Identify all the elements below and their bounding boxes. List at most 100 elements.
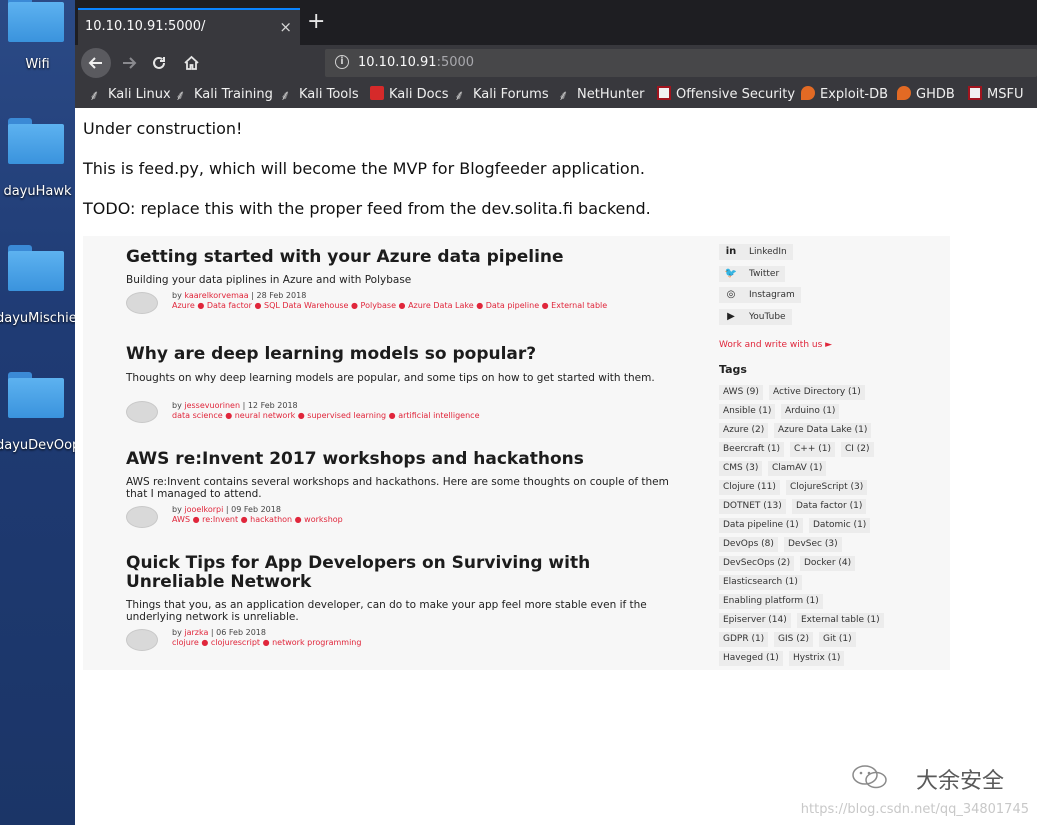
tag-chip[interactable]: C++ (1) bbox=[790, 442, 835, 457]
close-tab-icon[interactable]: × bbox=[279, 18, 292, 36]
post-tags[interactable]: AWS ● re:Invent ● hackathon ● workshop bbox=[172, 515, 682, 525]
tag-chip[interactable]: CMS (3) bbox=[719, 461, 763, 476]
tag-chip[interactable]: DevSecOps (2) bbox=[719, 556, 795, 571]
tag-chip[interactable]: Git (1) bbox=[819, 632, 856, 647]
tag-chip[interactable]: Enabling platform (1) bbox=[719, 594, 823, 609]
folder-icon bbox=[8, 0, 64, 42]
bookmark-kali-forums[interactable]: ⸙ Kali Forums bbox=[454, 86, 549, 104]
post-meta: by kaarelkorvemaa | 28 Feb 2018 bbox=[172, 291, 307, 300]
social-link-instagram[interactable]: ◎ Instagram bbox=[719, 287, 801, 303]
tag-chip[interactable]: Hystrix (1) bbox=[789, 651, 845, 666]
arrow-left-icon bbox=[88, 57, 102, 69]
forward-button[interactable] bbox=[115, 49, 143, 77]
post-title[interactable]: Quick Tips for App Developers on Survivi… bbox=[126, 554, 686, 592]
page-line-todo: TODO: replace this with the proper feed … bbox=[83, 199, 651, 218]
post-description: Things that you, as an application devel… bbox=[126, 599, 647, 623]
social-link-twitter[interactable]: 🐦 Twitter bbox=[719, 266, 786, 282]
tag-chip[interactable]: GDPR (1) bbox=[719, 632, 769, 647]
post-meta: by jarzka | 06 Feb 2018 bbox=[172, 628, 266, 637]
tag-chip[interactable]: Episerver (14) bbox=[719, 613, 791, 628]
kali-dragon-icon: ⸙ bbox=[454, 88, 465, 104]
post-title[interactable]: Getting started with your Azure data pip… bbox=[126, 248, 686, 267]
tag-chip[interactable]: GIS (2) bbox=[774, 632, 813, 647]
folder-icon bbox=[8, 245, 64, 291]
tag-chip[interactable]: Arduino (1) bbox=[781, 404, 840, 419]
tag-chip[interactable]: ClamAV (1) bbox=[768, 461, 827, 476]
offsec-icon bbox=[657, 86, 671, 100]
tag-chip[interactable]: Active Directory (1) bbox=[769, 385, 865, 400]
browser-tab[interactable]: 10.10.10.91:5000/ × bbox=[78, 8, 300, 45]
tag-chip[interactable]: DevOps (8) bbox=[719, 537, 778, 552]
tag-chip[interactable]: Ansible (1) bbox=[719, 404, 776, 419]
arrow-right-icon bbox=[123, 57, 137, 69]
social-link-linkedin[interactable]: in LinkedIn bbox=[719, 244, 793, 260]
desktop-sidebar: Wifi dayuHawk dayuMischief dayuDevOops bbox=[0, 0, 75, 825]
tag-chip[interactable]: Data pipeline (1) bbox=[719, 518, 803, 533]
wechat-icon bbox=[850, 763, 890, 791]
desktop-icon-label: dayuMischief bbox=[0, 311, 75, 326]
instagram-icon: ◎ bbox=[726, 289, 736, 300]
page-line-feed: This is feed.py, which will become the M… bbox=[83, 159, 645, 178]
post-meta: by jessevuorinen | 12 Feb 2018 bbox=[172, 401, 298, 410]
bookmark-ghdb[interactable]: GHDB bbox=[897, 86, 955, 102]
tag-chip[interactable]: AWS (9) bbox=[719, 385, 763, 400]
bookmark-kali-tools[interactable]: ⸙ Kali Tools bbox=[280, 86, 359, 104]
tags-heading: Tags bbox=[719, 363, 747, 376]
tag-chip[interactable]: Haveged (1) bbox=[719, 651, 783, 666]
watermark-url: https://blog.csdn.net/qq_34801745 bbox=[800, 802, 1029, 817]
tag-chip[interactable]: Azure Data Lake (1) bbox=[774, 423, 872, 438]
bookmark-exploit-db[interactable]: Exploit-DB bbox=[801, 86, 888, 102]
back-button[interactable] bbox=[81, 48, 111, 78]
avatar bbox=[126, 629, 158, 651]
bookmark-kali-linux[interactable]: ⸙ Kali Linux bbox=[89, 86, 171, 104]
bookmark-nethunter[interactable]: ⸙ NetHunter bbox=[558, 86, 645, 104]
bookmark-kali-training[interactable]: ⸙ Kali Training bbox=[175, 86, 273, 104]
tag-chip[interactable]: DOTNET (13) bbox=[719, 499, 786, 514]
social-link-youtube[interactable]: ▶ YouTube bbox=[719, 309, 792, 325]
tag-chip[interactable]: ClojureScript (3) bbox=[786, 480, 868, 495]
nethunter-icon: ⸙ bbox=[558, 88, 569, 104]
tag-chip[interactable]: Beercraft (1) bbox=[719, 442, 785, 457]
tag-chip[interactable]: Clojure (11) bbox=[719, 480, 780, 495]
avatar bbox=[126, 292, 158, 314]
exploit-db-icon bbox=[801, 86, 815, 100]
tag-chip[interactable]: Data factor (1) bbox=[792, 499, 867, 514]
new-tab-button[interactable]: + bbox=[307, 11, 325, 33]
youtube-icon: ▶ bbox=[727, 311, 735, 322]
kali-dragon-icon: ⸙ bbox=[89, 88, 100, 104]
work-with-us-link[interactable]: Work and write with us ► bbox=[719, 340, 832, 350]
post-tags[interactable]: Azure ● Data factor ● SQL Data Warehouse… bbox=[172, 301, 682, 311]
kali-dragon-icon: ⸙ bbox=[175, 88, 186, 104]
post-tags[interactable]: data science ● neural network ● supervis… bbox=[172, 411, 682, 421]
page-line-construction: Under construction! bbox=[83, 119, 243, 138]
bookmark-msfu[interactable]: MSFU bbox=[968, 86, 1023, 102]
desktop-icon-label: dayuDevOops bbox=[0, 438, 75, 453]
info-icon[interactable]: i bbox=[335, 55, 349, 69]
tag-chip[interactable]: DevSec (3) bbox=[784, 537, 842, 552]
tag-chip[interactable]: CI (2) bbox=[841, 442, 874, 457]
reload-button[interactable] bbox=[145, 49, 173, 77]
avatar bbox=[126, 506, 158, 528]
tag-chip[interactable]: Elasticsearch (1) bbox=[719, 575, 802, 590]
bookmark-kali-docs[interactable]: Kali Docs bbox=[370, 86, 449, 102]
post-meta: by jooelkorpi | 09 Feb 2018 bbox=[172, 505, 281, 514]
ghdb-icon bbox=[897, 86, 911, 100]
tag-chip[interactable]: Datomic (1) bbox=[809, 518, 871, 533]
tag-chip[interactable]: Azure (2) bbox=[719, 423, 769, 438]
tag-chip[interactable]: Docker (4) bbox=[800, 556, 856, 571]
home-icon bbox=[183, 55, 199, 70]
post-title[interactable]: Why are deep learning models so popular? bbox=[126, 345, 686, 364]
navigation-toolbar: i 10.10.10.91:5000 bbox=[75, 45, 1037, 81]
post-description: Building your data piplines in Azure and… bbox=[126, 274, 412, 286]
browser-window: 10.10.10.91:5000/ × + i 10.10.10.91:5000… bbox=[75, 0, 1037, 825]
url-bar[interactable]: i 10.10.10.91:5000 bbox=[325, 49, 1037, 77]
kali-dragon-icon: ⸙ bbox=[280, 88, 291, 104]
home-button[interactable] bbox=[177, 49, 205, 77]
tag-chip[interactable]: External table (1) bbox=[797, 613, 884, 628]
desktop-icon-label: Wifi bbox=[25, 57, 50, 72]
bookmark-offensive-security[interactable]: Offensive Security bbox=[657, 86, 795, 102]
linkedin-icon: in bbox=[725, 246, 737, 257]
kali-docs-icon bbox=[370, 86, 384, 100]
post-tags[interactable]: clojure ● clojurescript ● network progra… bbox=[172, 638, 682, 648]
post-title[interactable]: AWS re:Invent 2017 workshops and hackath… bbox=[126, 450, 686, 469]
